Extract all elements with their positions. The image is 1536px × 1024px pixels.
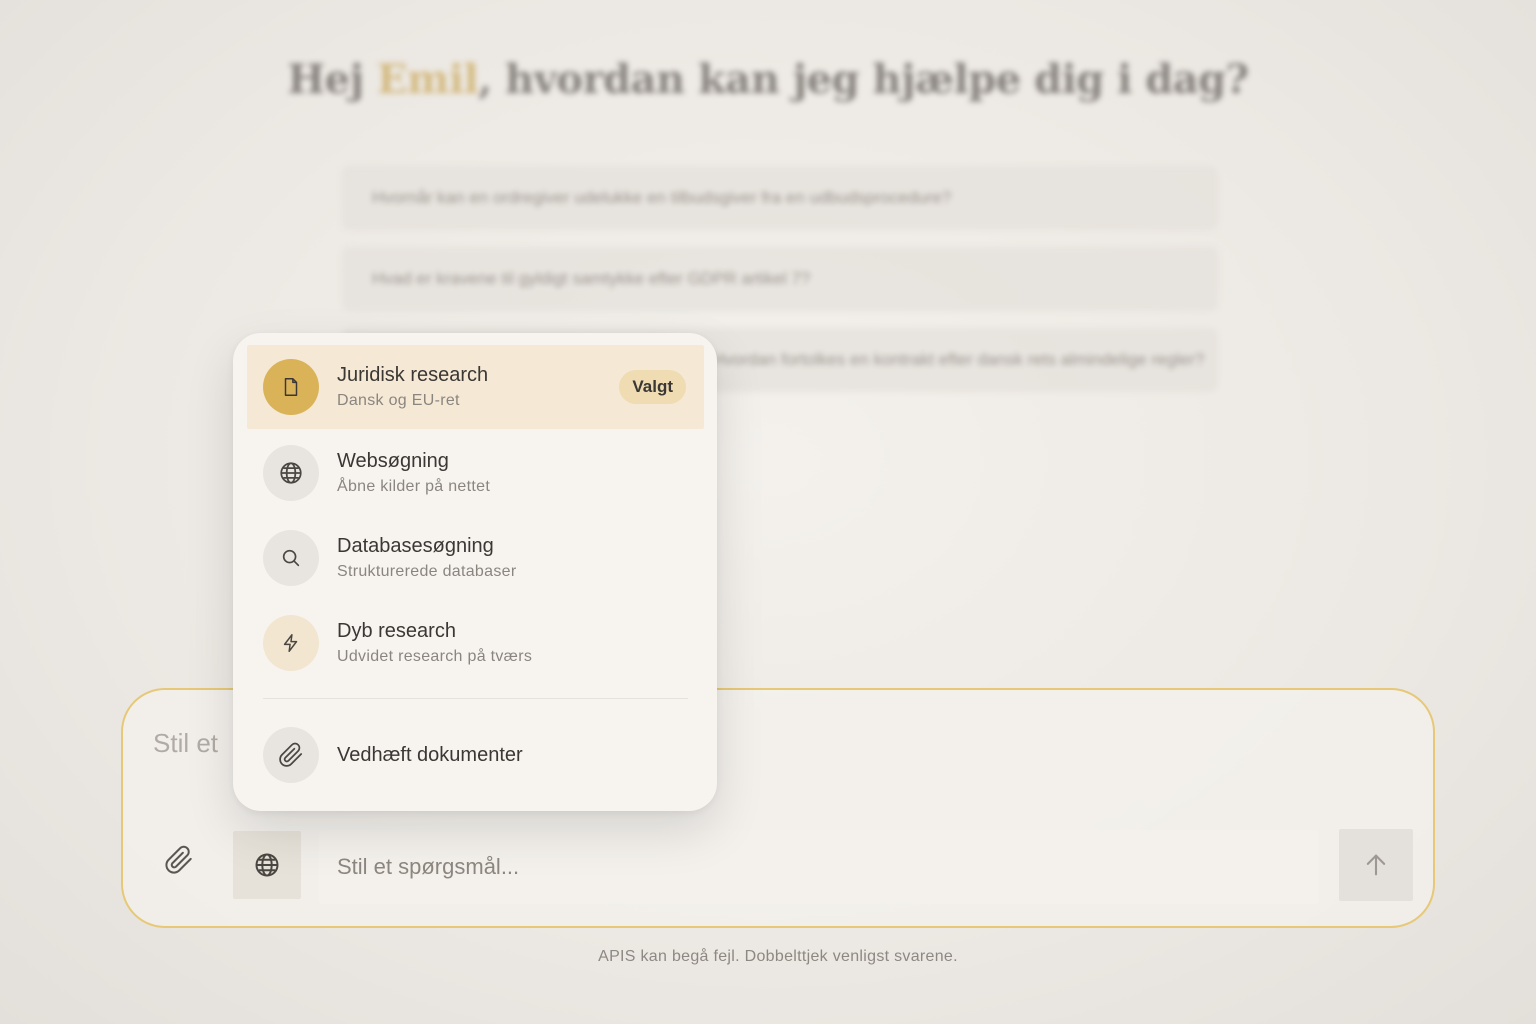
menu-item-title: Dyb research [337, 620, 456, 642]
document-icon [284, 378, 298, 396]
selected-badge: Valgt [619, 370, 686, 404]
menu-item-title: Vedhæft dokumenter [337, 743, 523, 766]
menu-item-subtitle: Dansk og EU-ret [337, 392, 460, 409]
menu-item-title: Juridisk research [337, 364, 489, 386]
search-icon [282, 549, 300, 567]
menu-item-websogning[interactable]: Websøgning Åbne kilder på nettet [247, 431, 704, 515]
greeting-heading: Hej Emil, hvordan kan jeg hjælpe dig i d… [287, 56, 1249, 103]
composer-placeholder: Stil et [153, 728, 219, 758]
menu-item-juridisk-research[interactable]: Juridisk research Dansk og EU-ret Valgt [247, 345, 704, 429]
tools-menu: Juridisk research Dansk og EU-ret Valgt … [233, 333, 717, 811]
send-button[interactable] [1339, 829, 1413, 901]
globe-icon [280, 462, 302, 484]
menu-item-databasesogning[interactable]: Databasesøgning Strukturerede databaser [247, 516, 704, 600]
lightning-icon-circle [263, 615, 319, 671]
document-icon-circle [263, 359, 319, 415]
arrow-up-icon [1366, 854, 1386, 876]
paperclip-icon-circle [263, 727, 319, 783]
menu-item-subtitle: Strukturerede databaser [337, 563, 517, 580]
attach-button[interactable] [159, 830, 199, 890]
suggestion-item[interactable]: Hvornår kan en ordregiver udelukke en ti… [342, 166, 1218, 230]
menu-item-dyb-research[interactable]: Dyb research Udvidet research på tværs [247, 601, 704, 685]
suggestion-item[interactable]: Hvad er kravene til gyldigt samtykke eft… [342, 247, 1218, 311]
disclaimer-text: APIS kan begå fejl. Dobbelttjek venligst… [598, 948, 958, 965]
paperclip-icon [165, 845, 192, 874]
web-search-toggle[interactable] [233, 831, 301, 899]
paperclip-icon [279, 742, 303, 767]
user-name: Emil [377, 56, 479, 103]
menu-item-subtitle: Åbne kilder på nettet [337, 478, 491, 495]
search-icon-circle [263, 530, 319, 586]
menu-item-attach-documents[interactable]: Vedhæft dokumenter [247, 713, 704, 797]
globe-icon [255, 853, 279, 877]
lightning-icon [283, 634, 298, 652]
menu-item-subtitle: Udvidet research på tværs [337, 648, 533, 665]
menu-divider [263, 698, 688, 699]
question-input[interactable] [319, 830, 1319, 904]
globe-icon-circle [263, 445, 319, 501]
menu-item-title: Databasesøgning [337, 535, 494, 557]
menu-item-title: Websøgning [337, 450, 449, 472]
